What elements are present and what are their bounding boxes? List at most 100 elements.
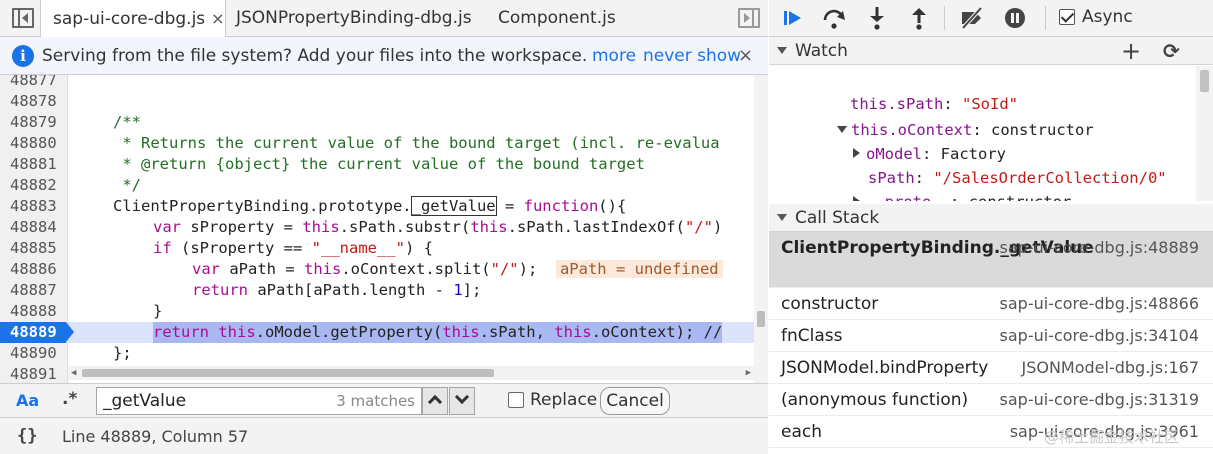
code-line: 48879 /**: [0, 112, 768, 133]
watch-entry[interactable]: this.sPath: "SoId": [794, 68, 1018, 113]
frame-location[interactable]: sap-ui-core-dbg.js:48889: [1000, 232, 1199, 264]
line-number[interactable]: 48880: [0, 133, 62, 154]
toggle-debugger-icon[interactable]: [738, 8, 760, 28]
frame-location[interactable]: sap-ui-core-dbg.js:48866: [1000, 288, 1199, 320]
keyword: return: [192, 281, 248, 299]
step-out-icon[interactable]: [906, 5, 932, 31]
execution-pointer-icon: [66, 322, 74, 342]
frame-location[interactable]: sap-ui-core-dbg.js:31319: [1000, 384, 1199, 416]
call-frame-selected[interactable]: ClientPropertyBinding._getValue sap-ui-c…: [769, 232, 1213, 288]
replace-checkbox[interactable]: [508, 392, 524, 408]
vertical-scrollbar[interactable]: [754, 75, 768, 383]
code-token: ];: [462, 281, 482, 299]
editor-status-bar: {} Line 48889, Column 57: [0, 417, 768, 454]
line-number[interactable]: 48877: [0, 75, 62, 91]
cancel-search-button[interactable]: Cancel: [600, 387, 670, 415]
scroll-left-icon[interactable]: ◀: [71, 368, 76, 378]
code-line: 48884 var sProperty = this.sPath.substr(t…: [0, 217, 768, 238]
collapse-triangle-icon: [777, 47, 787, 54]
more-link[interactable]: more: [592, 37, 636, 75]
scroll-right-icon[interactable]: ▶: [746, 368, 751, 378]
code-token: sProperty =: [181, 218, 303, 236]
line-number[interactable]: 48887: [0, 280, 62, 301]
tab-sap-ui-core-dbg[interactable]: sap-ui-core-dbg.js ×: [40, 0, 226, 37]
pretty-print-button[interactable]: {}: [17, 418, 37, 454]
tab-label: Component.js: [498, 8, 616, 28]
search-bar: Aa .* _getValue 3 matches Replace Cancel: [0, 383, 768, 417]
watch-value: constructor: [991, 121, 1094, 139]
watch-entry[interactable]: this.oContext: constructor: [781, 94, 1094, 139]
code-token: .sPath.substr(: [339, 218, 471, 236]
line-number[interactable]: 48890: [0, 343, 62, 364]
horizontal-scrollbar[interactable]: ◀ ▶: [68, 366, 754, 380]
frame-location[interactable]: sap-ui-core-dbg.js:34104: [1000, 320, 1199, 352]
horizontal-scroll-thumb[interactable]: [82, 369, 494, 377]
tab-jsonpropertybinding[interactable]: JSONPropertyBinding-dbg.js: [236, 0, 472, 37]
line-number[interactable]: 48891: [0, 364, 62, 383]
keyword: if: [153, 239, 172, 257]
search-match-highlight: _getValue: [410, 196, 497, 216]
comment: /**: [113, 113, 141, 131]
call-frame[interactable]: fnClass sap-ui-core-dbg.js:34104: [769, 320, 1213, 352]
line-number[interactable]: 48888: [0, 301, 62, 322]
resume-icon[interactable]: [781, 5, 807, 31]
watch-pane-header[interactable]: Watch + ⟳: [769, 37, 1213, 65]
watch-expressions: this.sPath: "SoId" this.oContext: constr…: [769, 66, 1196, 201]
tab-label: JSONPropertyBinding-dbg.js: [236, 8, 472, 28]
step-into-icon[interactable]: [864, 5, 890, 31]
frame-location[interactable]: JSONModel-dbg.js:167: [1021, 352, 1199, 384]
deactivate-breakpoints-icon[interactable]: [959, 5, 985, 31]
tab-component[interactable]: Component.js: [498, 0, 616, 37]
call-frame[interactable]: constructor sap-ui-core-dbg.js:48866: [769, 288, 1213, 320]
line-number[interactable]: 48884: [0, 217, 62, 238]
editor-tab-bar: sap-ui-core-dbg.js × JSONPropertyBinding-…: [0, 0, 768, 37]
step-over-icon[interactable]: [821, 5, 847, 31]
code-token: =: [495, 197, 524, 215]
refresh-watch-icon[interactable]: ⟳: [1163, 37, 1180, 65]
line-number[interactable]: 48886: [0, 259, 62, 280]
next-match-button[interactable]: [449, 387, 475, 415]
line-number[interactable]: 48878: [0, 91, 62, 112]
watch-child-entry[interactable]: oModel: Factory: [797, 118, 1006, 163]
match-case-toggle[interactable]: Aa: [16, 384, 39, 418]
code-line: 48881 * @return {object} the current val…: [0, 154, 768, 175]
line-number[interactable]: 48879: [0, 112, 62, 133]
watch-scrollbar[interactable]: [1196, 66, 1213, 201]
pause-on-exceptions-icon[interactable]: [1002, 5, 1028, 31]
code-token: ) {: [404, 239, 433, 257]
expand-triangle-icon[interactable]: [853, 196, 860, 201]
inline-variable-value: aPath = undefined: [555, 260, 723, 278]
async-checkbox[interactable]: [1059, 9, 1075, 25]
watch-child-entry[interactable]: __proto__: constructor: [797, 166, 1071, 201]
previous-match-button[interactable]: [422, 387, 448, 415]
chevron-up-icon: [427, 394, 443, 410]
property-value: constructor: [969, 193, 1072, 201]
close-infobar-icon[interactable]: ×: [738, 37, 753, 75]
close-tab-icon[interactable]: ×: [211, 9, 224, 28]
collapse-triangle-icon: [777, 214, 787, 221]
line-number[interactable]: 48881: [0, 154, 62, 175]
vertical-scroll-thumb[interactable]: [757, 311, 765, 327]
never-show-link[interactable]: never show: [643, 37, 741, 75]
code-line: 48878: [0, 91, 768, 112]
callstack-pane-header[interactable]: Call Stack: [769, 204, 1213, 232]
string-literal: "__name__": [311, 239, 405, 257]
line-number[interactable]: 48883: [0, 196, 62, 217]
code-token: }: [153, 302, 163, 320]
search-input[interactable]: _getValue 3 matches: [96, 387, 422, 415]
code-editor[interactable]: 48877 48878 48879 /** 48880 * Returns the…: [0, 75, 768, 383]
code-token: aPath[aPath.length -: [248, 281, 454, 299]
line-number[interactable]: 48885: [0, 238, 62, 259]
regex-toggle[interactable]: .*: [62, 384, 77, 414]
breakpoint-line-number[interactable]: 48889: [0, 322, 66, 343]
add-watch-icon[interactable]: +: [1121, 37, 1141, 65]
line-number[interactable]: 48882: [0, 175, 62, 196]
frame-function-name: ClientPropertyBinding._getValue: [781, 238, 1094, 258]
watch-child-entry[interactable]: sPath: "/SalesOrderCollection/0": [812, 142, 1167, 187]
call-frame[interactable]: JSONModel.bindProperty JSONModel-dbg.js:…: [769, 352, 1213, 384]
property-name: __proto__: [866, 193, 950, 201]
toggle-navigator-icon[interactable]: [12, 8, 34, 28]
call-frame[interactable]: (anonymous function) sap-ui-core-dbg.js:…: [769, 384, 1213, 416]
frame-function-name: fnClass: [781, 326, 843, 346]
watch-scroll-thumb[interactable]: [1200, 70, 1209, 92]
